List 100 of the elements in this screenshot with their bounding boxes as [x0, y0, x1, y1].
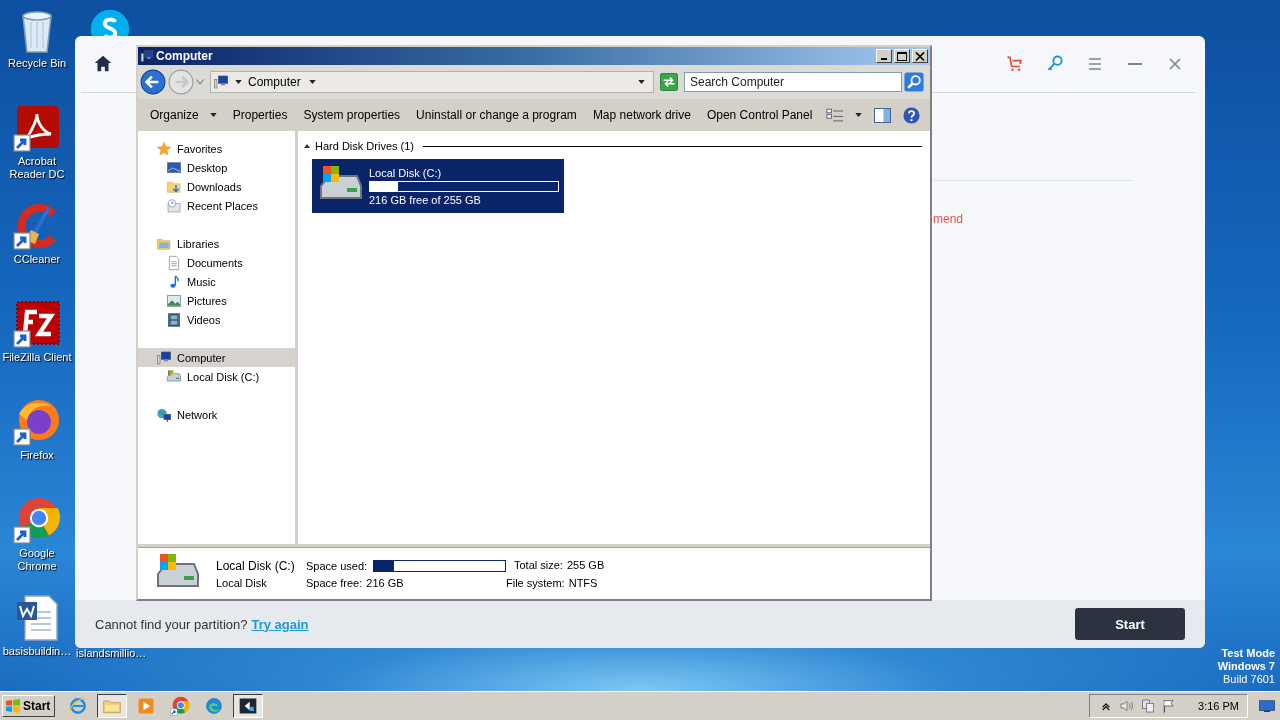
maximize-icon	[897, 51, 907, 61]
detail-label: Space used:	[306, 559, 368, 572]
network-icon	[1140, 698, 1157, 714]
app-icon	[238, 696, 259, 716]
icon-label: islandsmillio…	[76, 647, 147, 660]
detail-label: File system:	[506, 576, 565, 589]
breadcrumb[interactable]: Computer	[248, 75, 316, 89]
browser-icon	[204, 696, 225, 716]
icon-label: Google Chrome	[16, 547, 58, 573]
history-dropdown[interactable]	[196, 79, 204, 85]
caret-icon	[196, 79, 204, 85]
icon-label: basisbuildin…	[2, 645, 72, 658]
search-icon	[904, 72, 924, 92]
maximize-button[interactable]	[894, 49, 910, 63]
caret-icon	[308, 80, 316, 84]
system-note: Windows 7	[1217, 660, 1275, 673]
toolbar-button[interactable]: Uninstall or change a program	[408, 104, 585, 126]
caret-icon	[235, 80, 242, 84]
icon-label: FileZilla Client	[2, 351, 72, 364]
network-icon	[156, 406, 172, 423]
toolbar-button[interactable]: System properties	[295, 104, 409, 126]
close-button[interactable]	[912, 49, 928, 63]
clock-text: 3:16 PM	[1198, 700, 1239, 712]
browser-icon	[170, 696, 191, 716]
start-button[interactable]: Start	[2, 695, 56, 717]
nav-item[interactable]: Desktop	[138, 158, 295, 177]
collapse-arrow-icon[interactable]	[304, 144, 310, 148]
minimize-icon	[1128, 63, 1142, 65]
search-button[interactable]	[904, 72, 924, 92]
star-icon	[156, 140, 172, 157]
toolbar-button[interactable]: Open Control Panel	[698, 104, 821, 126]
drive-tile[interactable]: Local Disk (C:) 216 GB free of 255 GB	[312, 159, 564, 213]
address-field[interactable]: Computer	[210, 71, 654, 93]
computer-icon	[156, 349, 172, 366]
taskbar-button[interactable]	[97, 694, 128, 718]
help-icon	[903, 106, 921, 124]
window-title: Computer	[156, 49, 213, 63]
nav-item[interactable]: Computer	[138, 348, 295, 367]
nav-item[interactable]: Network	[138, 405, 295, 424]
back-button[interactable]	[140, 69, 166, 95]
document-icon	[166, 254, 182, 271]
nav-item[interactable]: Videos	[138, 310, 295, 329]
group-title: Hard Disk Drives (1)	[315, 140, 414, 152]
drive-name: Local Disk (C:)	[369, 166, 443, 179]
taskbar-button[interactable]	[233, 694, 264, 718]
minimize-icon	[881, 58, 887, 60]
toolbar-button[interactable]: Properties	[224, 104, 296, 126]
browser-icon	[13, 398, 61, 446]
system-note: Test Mode	[1220, 647, 1275, 660]
detail-value: NTFS	[568, 576, 598, 589]
nav-item[interactable]: Recent Places	[138, 196, 295, 215]
recent-places-icon	[166, 197, 182, 214]
nav-item[interactable]: Downloads	[138, 177, 295, 196]
toolbar-button[interactable]: Organize	[142, 104, 225, 126]
close-icon	[915, 51, 925, 61]
caret-icon	[638, 80, 645, 84]
nav-item[interactable]: Documents	[138, 253, 295, 272]
computer-icon	[213, 74, 229, 90]
zigzag-app-icon	[13, 300, 61, 348]
detail-label: Space free:	[306, 576, 363, 589]
toolbar-button[interactable]: Map network drive	[584, 104, 699, 126]
film-icon	[166, 311, 182, 328]
prompt-text: Cannot find your partition?	[95, 616, 248, 632]
windows-logo-icon	[5, 698, 21, 714]
icon-label: Acrobat Reader DC	[8, 155, 66, 181]
computer-icon	[140, 49, 154, 63]
minimize-button[interactable]	[876, 49, 892, 63]
detail-label: Total size:	[514, 558, 563, 573]
detail-value: 216 GB	[366, 576, 404, 589]
detail-value: 255 GB	[566, 558, 605, 573]
start-button[interactable]: Start	[1075, 608, 1185, 640]
show-desktop-button[interactable]	[1256, 697, 1278, 715]
drive-name: Local Disk (C:)	[216, 558, 296, 573]
icon-label: Firefox	[19, 449, 55, 462]
caret-icon	[209, 113, 217, 117]
system-note: Build 7601	[1222, 673, 1275, 686]
monitor-icon	[1258, 697, 1276, 715]
icon-label: Recycle Bin	[6, 57, 68, 70]
search-field[interactable]: Search Computer	[684, 72, 902, 92]
nav-item[interactable]: Libraries	[138, 234, 295, 253]
cart-icon	[1005, 54, 1025, 74]
browser-icon	[68, 696, 89, 716]
refresh-button[interactable]	[660, 73, 678, 91]
preview-pane-icon	[874, 107, 892, 123]
icon-label: CCleaner	[12, 253, 62, 266]
drive-type: Local Disk	[216, 576, 268, 589]
nav-item[interactable]: Music	[138, 272, 295, 291]
notice-text: mend	[933, 212, 965, 226]
drive-icon	[166, 368, 182, 385]
free-space-text: 216 GB free of 255 GB	[369, 193, 482, 206]
nav-item[interactable]: Local Disk (C:)	[138, 367, 295, 386]
browser-icon	[13, 496, 61, 544]
picture-icon	[166, 292, 182, 309]
speaker-icon	[1119, 698, 1136, 714]
view-list-icon	[826, 107, 845, 123]
media-player-icon	[136, 696, 157, 716]
nav-item[interactable]: Favorites	[138, 139, 295, 158]
pdf-icon	[13, 104, 61, 152]
nav-item[interactable]: Pictures	[138, 291, 295, 310]
refresh-icon	[660, 73, 678, 91]
